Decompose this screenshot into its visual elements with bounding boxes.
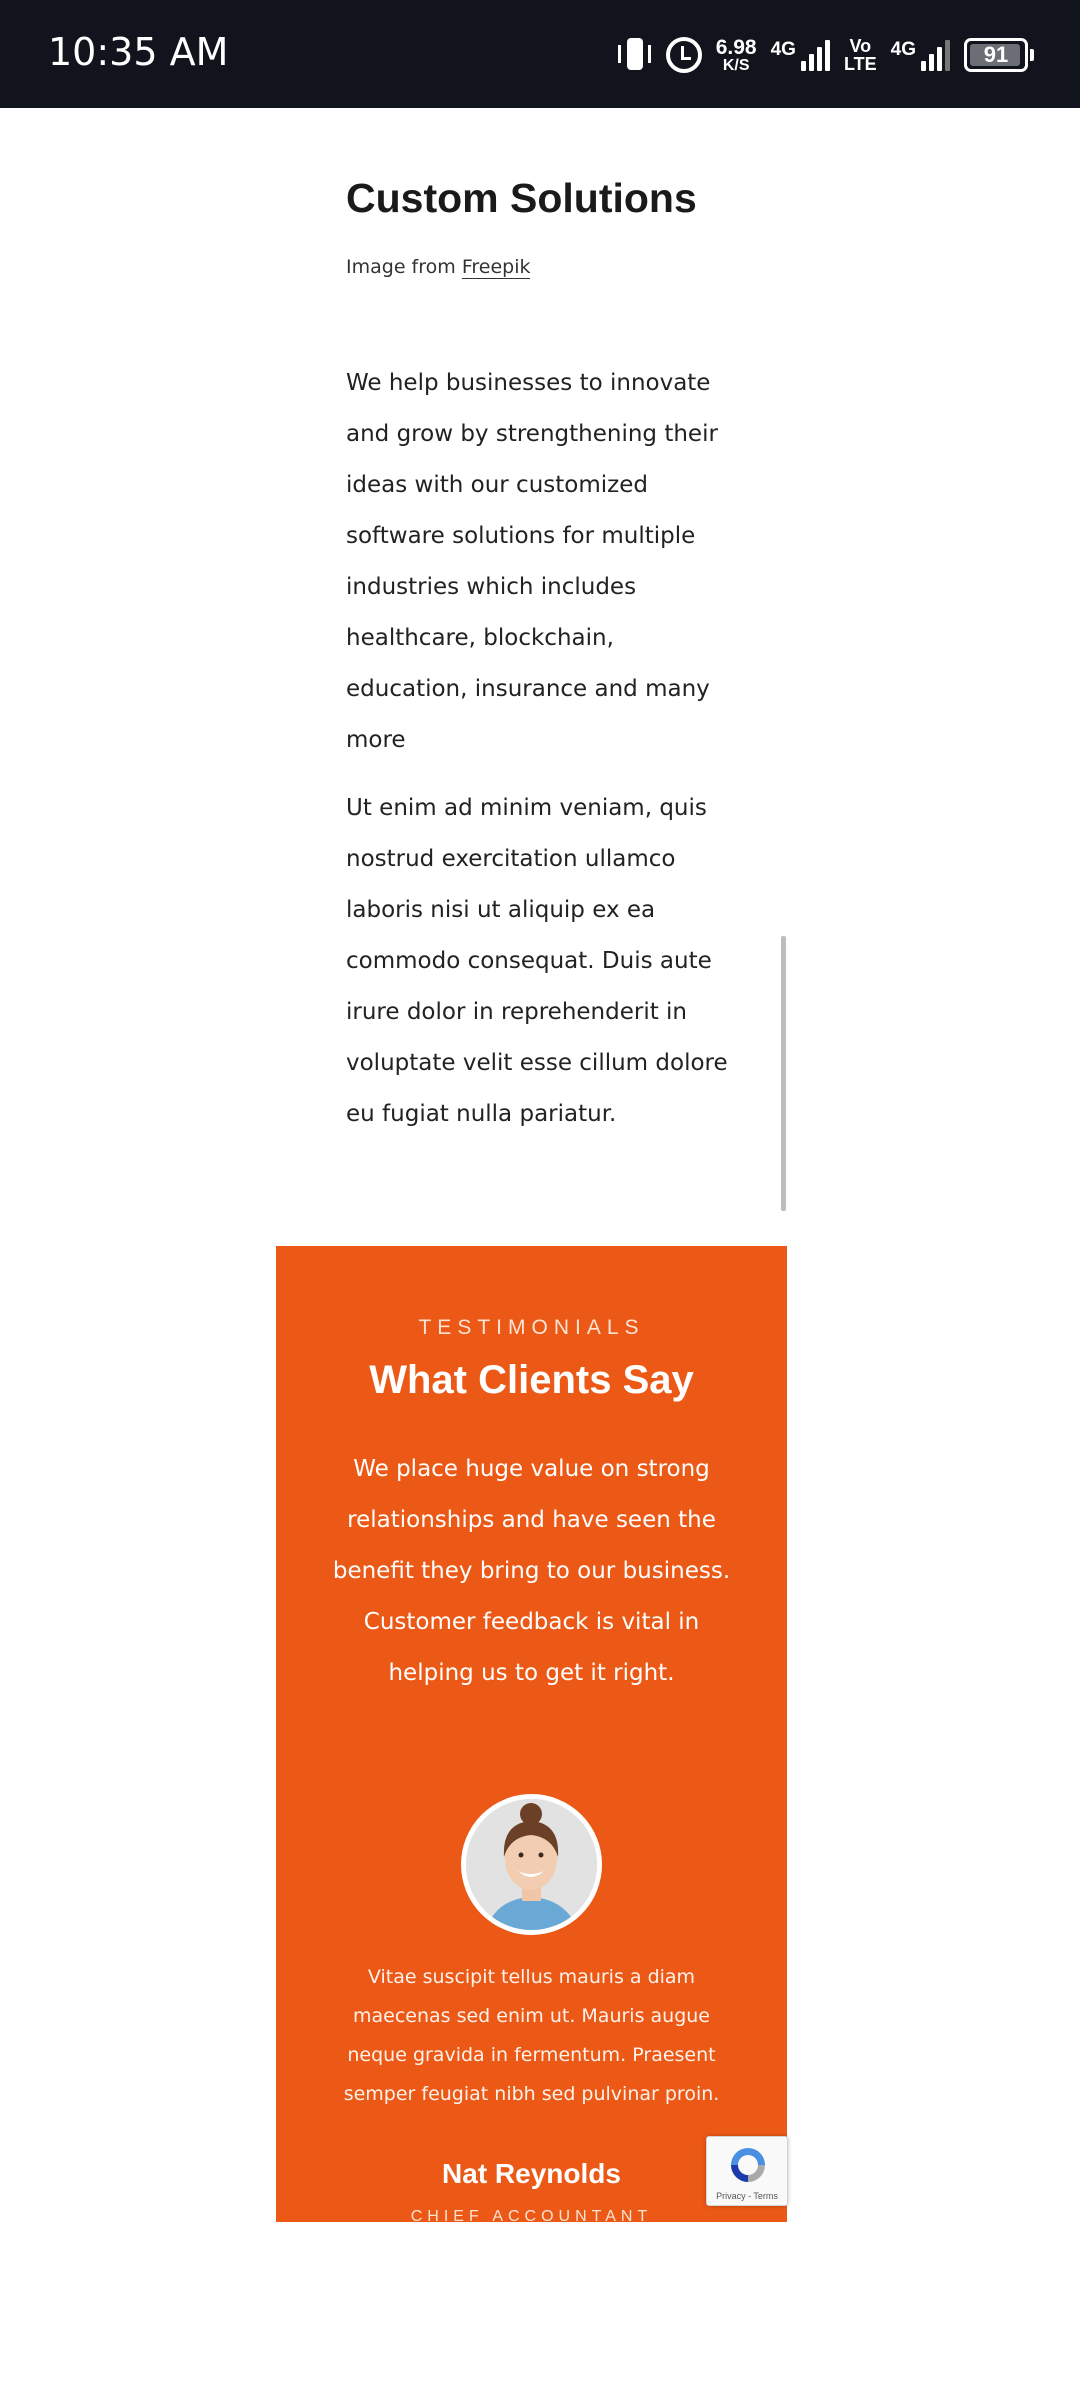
page-title: Custom Solutions <box>346 175 697 221</box>
volte-icon: Vo LTE <box>844 37 877 73</box>
vibrate-icon <box>617 35 652 75</box>
status-icons: 6.98 K/S 4G Vo LTE 4G 91 <box>617 30 1034 80</box>
signal-icon: 4G <box>770 38 830 71</box>
signal-icon: 4G <box>890 38 950 71</box>
avatar <box>461 1794 602 1935</box>
alarm-icon <box>665 37 702 73</box>
volte-bottom: LTE <box>843 54 877 74</box>
image-credit-prefix: Image from <box>346 256 456 278</box>
status-time: 10:35 AM <box>48 30 229 74</box>
intro-paragraph: We help businesses to innovate and grow … <box>346 370 718 753</box>
image-credit: Image from Freepik <box>346 256 531 279</box>
testimonials-eyebrow: TESTIMONIALS <box>418 1316 645 1339</box>
testimonials-intro: We place huge value on strong relationsh… <box>332 1456 731 1686</box>
network-type-label: 4G <box>770 38 796 60</box>
status-bar: 10:35 AM 6.98 K/S 4G Vo LTE 4G 91 <box>0 0 1080 108</box>
recaptcha-badge[interactable]: Privacy - Terms <box>706 2136 788 2206</box>
volte-top: Vo <box>849 36 872 56</box>
recaptcha-links[interactable]: Privacy - Terms <box>707 2191 787 2201</box>
battery-icon: 91 <box>964 38 1034 72</box>
testimonial-quote: Vitae suscipit tellus mauris a diam maec… <box>343 1966 720 2105</box>
freepik-link[interactable]: Freepik <box>461 256 531 279</box>
network-speed-unit: K/S <box>722 56 750 74</box>
network-speed: 6.98 K/S <box>716 37 757 74</box>
network-type-label-2: 4G <box>890 38 916 60</box>
network-speed-value: 6.98 <box>715 35 757 59</box>
scrollbar[interactable] <box>781 936 786 1211</box>
recaptcha-icon <box>731 2148 765 2182</box>
testimonials-section: TESTIMONIALS What Clients Say We place h… <box>276 1246 787 2222</box>
battery-level: 91 <box>983 42 1009 67</box>
body-paragraph: Ut enim ad minim veniam, quis nostrud ex… <box>346 795 728 1127</box>
testimonials-title: What Clients Say <box>369 1358 694 1402</box>
testimonial-role: CHIEF ACCOUNTANT <box>410 2208 653 2222</box>
